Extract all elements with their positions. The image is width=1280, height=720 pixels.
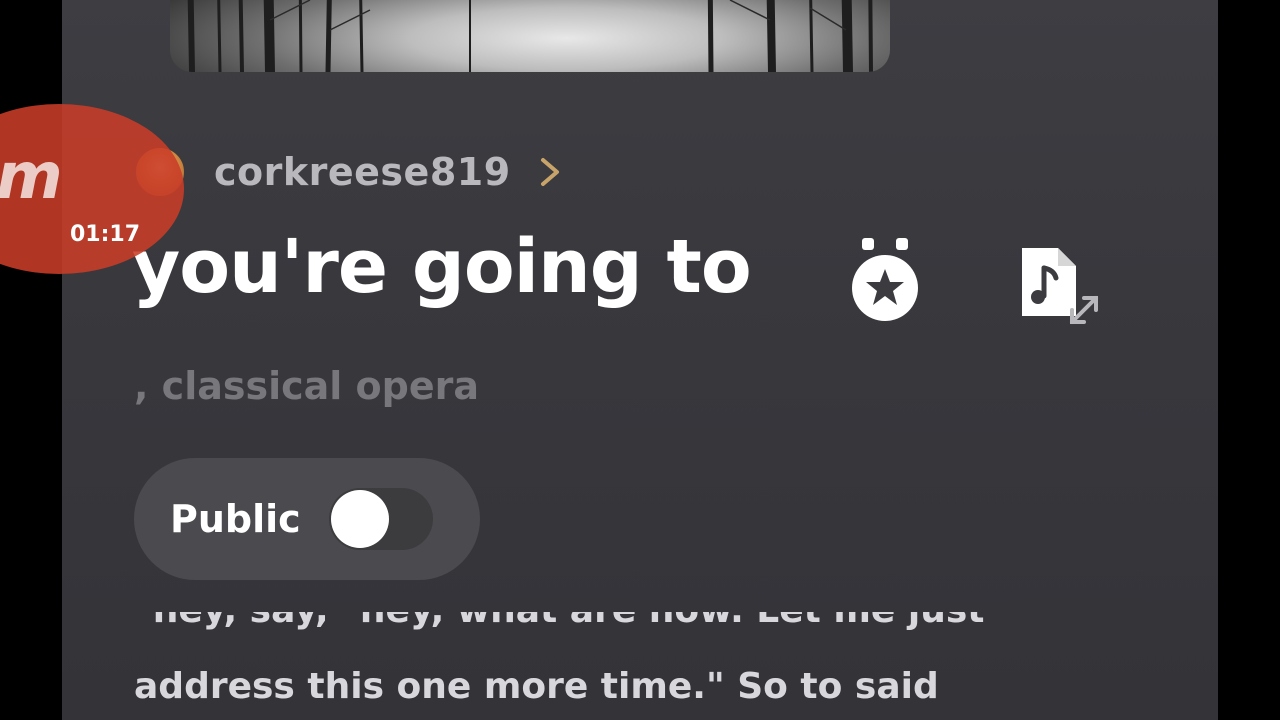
- chevron-right-icon[interactable]: [537, 155, 563, 189]
- recorder-logo: m: [0, 140, 63, 214]
- award-medal-icon[interactable]: [850, 236, 920, 326]
- recording-timer: 01:17: [70, 222, 141, 247]
- description-line-partial: "hey, say, "hey, what are now. Let me ju…: [134, 612, 1094, 638]
- visibility-label: Public: [170, 497, 301, 541]
- toggle-knob[interactable]: [330, 490, 389, 548]
- cover-art-image[interactable]: [170, 0, 890, 72]
- public-toggle[interactable]: [328, 488, 433, 550]
- recorder-bubble[interactable]: m: [0, 104, 184, 274]
- description-line: address this one more time." So to said: [134, 666, 939, 707]
- screen: corkreese819 you're going to , classical…: [0, 0, 1280, 720]
- creator-row[interactable]: corkreese819: [134, 142, 563, 202]
- song-tags: , classical opera: [134, 364, 480, 408]
- screen-recorder-overlay[interactable]: m 01:17: [0, 104, 190, 274]
- forest-trees: [187, 0, 873, 72]
- description-partial-text: "hey, say, "hey, what are now. Let me ju…: [134, 612, 984, 631]
- visibility-control: Public: [134, 458, 480, 580]
- song-title: you're going to: [132, 224, 752, 310]
- song-detail-panel: corkreese819 you're going to , classical…: [62, 0, 1218, 720]
- music-file-expand-icon[interactable]: [1016, 244, 1100, 328]
- creator-username[interactable]: corkreese819: [214, 150, 511, 194]
